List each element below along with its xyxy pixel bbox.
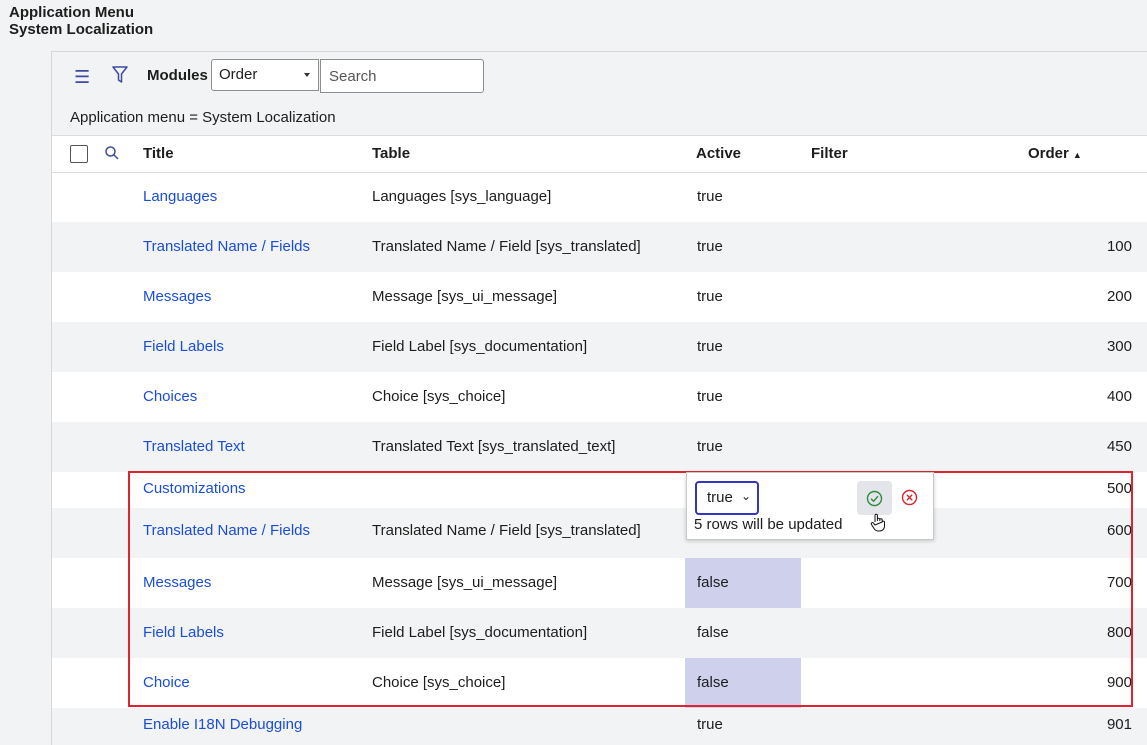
table-row: Messages Message [sys_ui_message] true 2… <box>52 272 1147 322</box>
related-list-panel: ☰ Modules Order Application menu = Syste… <box>51 51 1147 745</box>
modules-label: Modules <box>147 67 208 84</box>
search-field-select[interactable]: Order <box>211 59 319 91</box>
row-order[interactable]: 800 <box>1107 624 1132 641</box>
table-header: Title Table Active Filter Order ▲ <box>52 136 1147 173</box>
check-circle-icon <box>866 490 883 507</box>
row-active[interactable]: true <box>697 338 723 355</box>
row-order[interactable]: 400 <box>1107 388 1132 405</box>
dropdown-caret-icon <box>304 73 310 77</box>
row-order[interactable]: 200 <box>1107 288 1132 305</box>
row-table: Field Label [sys_documentation] <box>372 624 588 641</box>
row-title-link[interactable]: Translated Name / Fields <box>143 238 310 255</box>
row-title-link[interactable]: Choices <box>143 388 197 405</box>
filter-condition[interactable]: Application menu = System Localization <box>52 100 1147 136</box>
row-active[interactable]: false <box>697 574 729 591</box>
table-row: Translated Name / Fields Translated Name… <box>52 508 1147 558</box>
breadcrumb-app-menu[interactable]: Application Menu <box>9 4 153 21</box>
row-active[interactable]: true <box>697 716 723 733</box>
row-title-link[interactable]: Customizations <box>143 480 246 497</box>
hamburger-menu-icon[interactable]: ☰ <box>74 67 90 88</box>
row-table: Field Label [sys_documentation] <box>372 338 588 355</box>
table-row: Translated Name / Fields Translated Name… <box>52 222 1147 272</box>
chevron-down-icon: ⌄ <box>740 489 751 503</box>
row-active[interactable]: true <box>697 288 723 305</box>
column-header-table[interactable]: Table <box>372 145 410 162</box>
row-active[interactable]: true <box>697 188 723 205</box>
row-order[interactable]: 901 <box>1107 716 1132 733</box>
cancel-edit-button[interactable] <box>901 489 918 511</box>
x-circle-icon <box>901 489 918 506</box>
table-row: Choices Choice [sys_choice] true 400 <box>52 372 1147 422</box>
column-header-filter[interactable]: Filter <box>811 145 848 162</box>
table-row: Field Labels Field Label [sys_documentat… <box>52 322 1147 372</box>
row-title-link[interactable]: Messages <box>143 574 211 591</box>
sort-ascending-icon: ▲ <box>1072 150 1082 160</box>
table-row: Languages Languages [sys_language] true <box>52 172 1147 222</box>
list-toolbar: ☰ Modules Order <box>52 52 1147 100</box>
column-header-order[interactable]: Order ▲ <box>1028 145 1082 162</box>
table-row: Messages Message [sys_ui_message] false … <box>52 558 1147 608</box>
search-input[interactable] <box>320 59 484 93</box>
column-header-order-label: Order <box>1028 145 1069 162</box>
inline-edit-popup: true ⌄ 5 rows will be updated <box>686 472 934 540</box>
row-table: Choice [sys_choice] <box>372 674 506 691</box>
row-title-link[interactable]: Languages <box>143 188 217 205</box>
row-table: Translated Text [sys_translated_text] <box>372 438 616 455</box>
row-title-link[interactable]: Translated Text <box>143 438 245 455</box>
column-header-title[interactable]: Title <box>143 145 174 162</box>
row-title-link[interactable]: Messages <box>143 288 211 305</box>
search-field-select-value: Order <box>219 66 258 83</box>
column-search-icon[interactable] <box>104 145 120 165</box>
row-active[interactable]: false <box>697 674 729 691</box>
row-order[interactable]: 300 <box>1107 338 1132 355</box>
row-table: Message [sys_ui_message] <box>372 574 558 591</box>
save-edit-button[interactable] <box>857 481 892 515</box>
rows-updated-message: 5 rows will be updated <box>694 516 843 533</box>
active-value-select[interactable]: true ⌄ <box>695 481 759 515</box>
row-table: Languages [sys_language] <box>372 188 552 205</box>
row-title-link[interactable]: Field Labels <box>143 624 224 641</box>
funnel-filter-icon[interactable] <box>112 66 128 89</box>
row-active[interactable]: true <box>697 438 723 455</box>
table-row: Enable I18N Debugging true 901 <box>52 708 1147 745</box>
row-active[interactable]: true <box>697 388 723 405</box>
table-row: Customizations 500 <box>52 472 1147 508</box>
table-row: Field Labels Field Label [sys_documentat… <box>52 608 1147 658</box>
column-header-active[interactable]: Active <box>696 145 741 162</box>
row-active[interactable]: false <box>697 624 729 641</box>
breadcrumb-record[interactable]: System Localization <box>9 21 153 38</box>
row-title-link[interactable]: Choice <box>143 674 190 691</box>
row-order[interactable]: 100 <box>1107 238 1132 255</box>
select-all-checkbox[interactable] <box>70 145 88 163</box>
breadcrumb: Application Menu System Localization <box>9 4 153 38</box>
row-order[interactable]: 500 <box>1107 480 1132 497</box>
row-order[interactable]: 700 <box>1107 574 1132 591</box>
row-table: Translated Name / Field [sys_translated] <box>372 522 641 539</box>
row-order[interactable]: 600 <box>1107 522 1132 539</box>
table-row: Choice Choice [sys_choice] false 900 <box>52 658 1147 708</box>
row-table: Translated Name / Field [sys_translated] <box>372 238 641 255</box>
row-active[interactable]: true <box>697 238 723 255</box>
row-table: Message [sys_ui_message] <box>372 288 558 305</box>
row-order[interactable]: 900 <box>1107 674 1132 691</box>
row-title-link[interactable]: Translated Name / Fields <box>143 522 310 539</box>
row-title-link[interactable]: Field Labels <box>143 338 224 355</box>
hand-pointer-cursor-icon <box>870 513 886 538</box>
active-value-select-label: true <box>707 489 733 506</box>
row-table: Choice [sys_choice] <box>372 388 506 405</box>
row-title-link[interactable]: Enable I18N Debugging <box>143 716 302 733</box>
row-order[interactable]: 450 <box>1107 438 1132 455</box>
table-row: Translated Text Translated Text [sys_tra… <box>52 422 1147 472</box>
